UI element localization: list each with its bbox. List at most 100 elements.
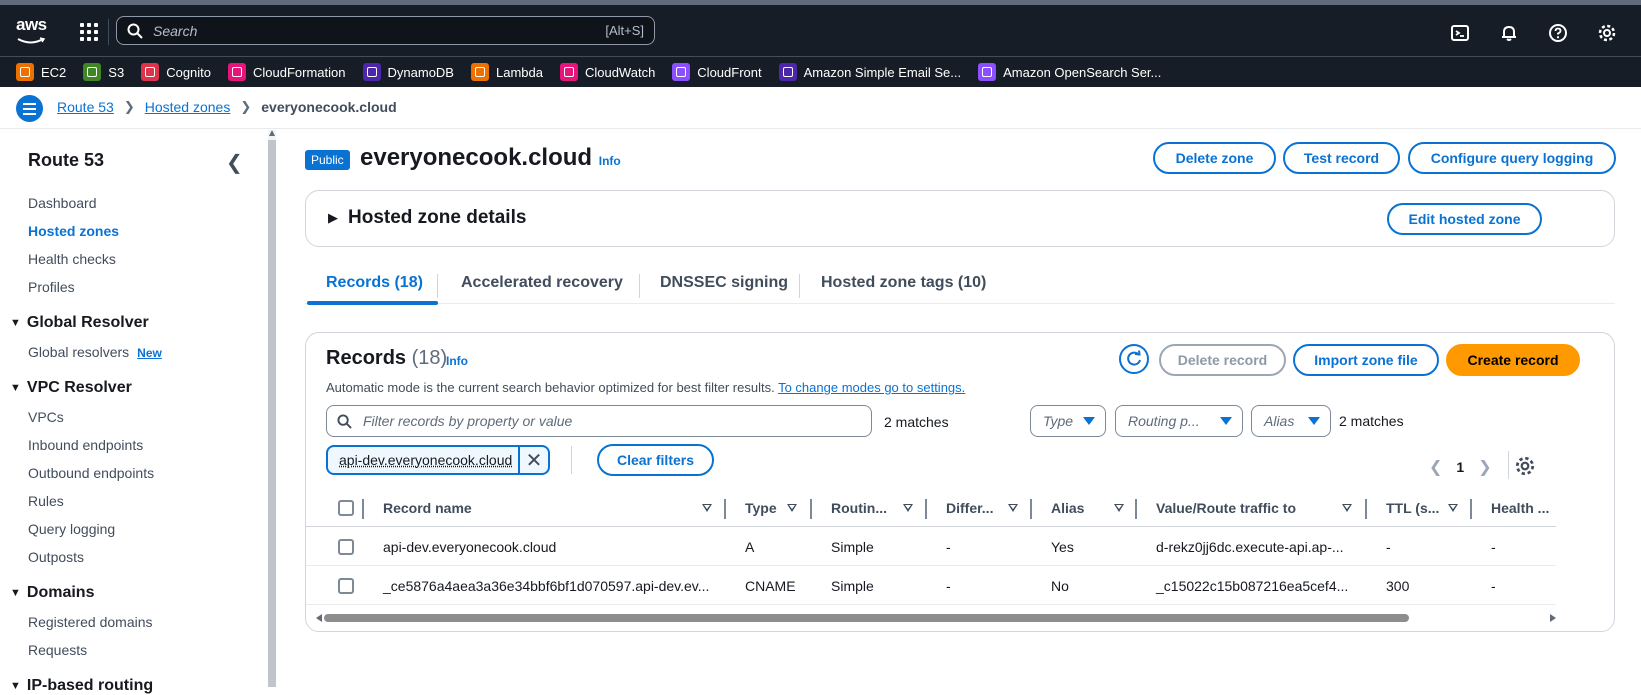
sidebar-item-requests[interactable]: Requests bbox=[28, 642, 87, 658]
bell-icon[interactable] bbox=[1484, 19, 1533, 47]
sort-icon[interactable] bbox=[787, 504, 797, 512]
aws-smile-icon bbox=[17, 37, 46, 44]
remove-token-icon[interactable]: ✕ bbox=[518, 447, 548, 473]
create-record-button[interactable]: Create record bbox=[1446, 344, 1580, 376]
sidebar-item-hosted-zones[interactable]: Hosted zones bbox=[28, 223, 119, 239]
sidebar-item-outbound-endpoints[interactable]: Outbound endpoints bbox=[28, 465, 154, 481]
sidebar-item-registered-domains[interactable]: Registered domains bbox=[28, 614, 153, 630]
favorite-cognito[interactable]: Cognito bbox=[141, 63, 211, 81]
sidebar-section-domains[interactable]: ▼ Domains bbox=[10, 584, 94, 602]
collapse-sidenav-icon[interactable]: ❮ bbox=[226, 150, 243, 175]
header-divider bbox=[108, 19, 109, 45]
sidebar-item-inbound-endpoints[interactable]: Inbound endpoints bbox=[28, 437, 143, 453]
select-all-checkbox[interactable] bbox=[338, 500, 354, 516]
sort-icon[interactable] bbox=[702, 504, 712, 512]
column-header-record-name[interactable]: Record name bbox=[383, 500, 472, 516]
filter-token[interactable]: api-dev.everyonecook.cloud ✕ bbox=[326, 445, 550, 475]
sidebar-section-ip-routing[interactable]: ▼ IP-based routing bbox=[10, 677, 153, 695]
records-filter[interactable] bbox=[326, 405, 872, 437]
hosted-zone-details-toggle[interactable]: ▶ Hosted zone details bbox=[328, 207, 526, 229]
tab-records[interactable]: Records (18) bbox=[326, 274, 423, 292]
row-checkbox[interactable] bbox=[338, 539, 354, 555]
favorite-lambda[interactable]: Lambda bbox=[470, 63, 543, 81]
configure-query-logging-button[interactable]: Configure query logging bbox=[1408, 142, 1616, 174]
favorite-opensearch[interactable]: Amazon OpenSearch Ser... bbox=[978, 63, 1161, 81]
delete-record-button[interactable]: Delete record bbox=[1159, 344, 1286, 376]
breadcrumb-hosted-zones[interactable]: Hosted zones bbox=[145, 99, 231, 115]
next-page-icon[interactable]: ❯ bbox=[1478, 457, 1491, 477]
sidebar-section-vpc-resolver[interactable]: ▼ VPC Resolver bbox=[10, 379, 132, 397]
table-row[interactable]: _ce5876a4aea3a36e34bbf6bf1d070597.api-de… bbox=[306, 567, 1556, 605]
info-link[interactable]: Info bbox=[599, 154, 621, 168]
column-header-alias[interactable]: Alias bbox=[1051, 500, 1084, 516]
column-header-ttl[interactable]: TTL (s... bbox=[1386, 500, 1439, 516]
scrollbar-thumb[interactable] bbox=[268, 140, 276, 687]
column-header-routing-policy[interactable]: Routin... bbox=[831, 500, 887, 516]
favorite-cloudwatch[interactable]: CloudWatch bbox=[559, 63, 655, 81]
sidebar-item-query-logging[interactable]: Query logging bbox=[28, 521, 115, 537]
settings-icon[interactable] bbox=[1582, 19, 1631, 47]
tab-dnssec-signing[interactable]: DNSSEC signing bbox=[660, 274, 788, 292]
favorite-cloudformation[interactable]: CloudFormation bbox=[228, 63, 346, 81]
page-number[interactable]: 1 bbox=[1456, 459, 1464, 475]
scroll-right-icon[interactable] bbox=[1550, 614, 1556, 622]
sort-icon[interactable] bbox=[1342, 504, 1352, 512]
services-grid-icon[interactable] bbox=[80, 23, 98, 41]
sidebar-item-health-checks[interactable]: Health checks bbox=[28, 251, 116, 267]
sort-icon[interactable] bbox=[1114, 504, 1124, 512]
tab-hosted-zone-tags[interactable]: Hosted zone tags (10) bbox=[821, 274, 986, 292]
edit-hosted-zone-button[interactable]: Edit hosted zone bbox=[1387, 203, 1542, 235]
sort-icon[interactable] bbox=[1448, 504, 1458, 512]
breadcrumb-route53[interactable]: Route 53 bbox=[57, 99, 114, 115]
tab-accelerated-recovery[interactable]: Accelerated recovery bbox=[461, 274, 623, 292]
delete-zone-button[interactable]: Delete zone bbox=[1153, 142, 1276, 174]
column-header-differentiator[interactable]: Differ... bbox=[946, 500, 993, 516]
records-info-link[interactable]: Info bbox=[446, 354, 468, 368]
column-header-value[interactable]: Value/Route traffic to bbox=[1156, 500, 1296, 516]
previous-page-icon[interactable]: ❮ bbox=[1429, 457, 1442, 477]
cloudshell-icon[interactable] bbox=[1435, 19, 1484, 47]
table-horizontal-scrollbar[interactable] bbox=[316, 613, 1556, 623]
test-record-button[interactable]: Test record bbox=[1283, 142, 1400, 174]
favorite-cloudfront[interactable]: CloudFront bbox=[672, 63, 762, 81]
global-search[interactable]: [Alt+S] bbox=[116, 16, 655, 45]
favorite-ses[interactable]: Amazon Simple Email Se... bbox=[778, 63, 961, 81]
table-settings-icon[interactable] bbox=[1514, 455, 1536, 477]
cloudfront-icon bbox=[672, 63, 691, 81]
import-zone-file-button[interactable]: Import zone file bbox=[1293, 344, 1439, 376]
table-row[interactable]: api-dev.everyonecook.cloud A Simple - Ye… bbox=[306, 528, 1556, 566]
sidebar-item-dashboard[interactable]: Dashboard bbox=[28, 195, 97, 211]
routing-policy-filter-select[interactable]: Routing p... bbox=[1115, 405, 1243, 437]
sidebar-item-vpcs[interactable]: VPCs bbox=[28, 409, 64, 425]
records-filter-input[interactable] bbox=[361, 406, 861, 436]
sidenav-scrollbar[interactable] bbox=[268, 130, 276, 687]
aws-logo[interactable]: aws bbox=[16, 16, 50, 45]
scrollbar-thumb[interactable] bbox=[324, 614, 1409, 622]
menu-toggle-button[interactable] bbox=[16, 95, 43, 122]
type-filter-select[interactable]: Type bbox=[1030, 405, 1106, 437]
sidebar-item-rules[interactable]: Rules bbox=[28, 493, 64, 509]
column-header-health-check[interactable]: Health ... bbox=[1491, 500, 1549, 516]
sidenav-title[interactable]: Route 53 bbox=[28, 150, 104, 171]
alias-filter-select[interactable]: Alias bbox=[1251, 405, 1331, 437]
sidebar-section-global-resolver[interactable]: ▼ Global Resolver bbox=[10, 314, 149, 332]
clear-filters-button[interactable]: Clear filters bbox=[597, 444, 714, 476]
sidebar-item-global-resolvers[interactable]: Global resolvers New bbox=[28, 344, 162, 360]
sidebar-item-profiles[interactable]: Profiles bbox=[28, 279, 75, 295]
records-table-header: Record name Type Routin... Differ... Ali… bbox=[306, 491, 1556, 527]
favorites-bar: EC2 S3 Cognito CloudFormation DynamoDB L… bbox=[0, 56, 1641, 87]
column-header-type[interactable]: Type bbox=[745, 500, 777, 516]
favorite-s3[interactable]: S3 bbox=[83, 63, 124, 81]
sidebar-item-outposts[interactable]: Outposts bbox=[28, 549, 84, 565]
help-icon[interactable] bbox=[1533, 19, 1582, 47]
refresh-button[interactable] bbox=[1119, 344, 1149, 374]
row-checkbox[interactable] bbox=[338, 578, 354, 594]
search-input[interactable] bbox=[151, 17, 571, 44]
settings-link[interactable]: To change modes go to settings. bbox=[778, 380, 965, 395]
sort-icon[interactable] bbox=[1008, 504, 1018, 512]
cell-record-name: _ce5876a4aea3a36e34bbf6bf1d070597.api-de… bbox=[383, 578, 710, 594]
favorite-ec2[interactable]: EC2 bbox=[16, 63, 66, 81]
sort-icon[interactable] bbox=[903, 504, 913, 512]
scroll-left-icon[interactable] bbox=[316, 614, 322, 622]
favorite-dynamodb[interactable]: DynamoDB bbox=[362, 63, 454, 81]
